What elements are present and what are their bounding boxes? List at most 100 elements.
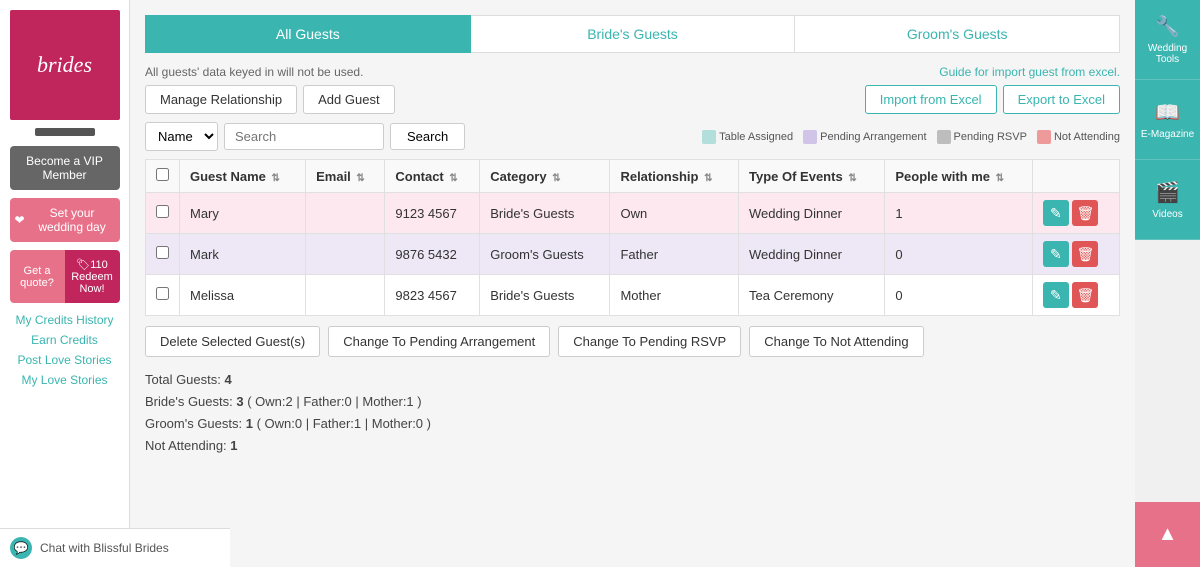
quote-button[interactable]: Get a quote? (10, 250, 65, 303)
export-button[interactable]: Export to Excel (1003, 85, 1120, 114)
vip-button[interactable]: Become a VIP Member (10, 146, 120, 190)
warning-text: All guests' data keyed in will not be us… (145, 65, 363, 79)
up-arrow-icon: ▲ (1158, 523, 1178, 546)
emagazine-button[interactable]: 📖 E-Magazine (1135, 80, 1200, 160)
post-love-stories-link[interactable]: Post Love Stories (17, 353, 111, 367)
delete-button[interactable]: 🗑 (1072, 200, 1098, 226)
row-checkbox[interactable] (156, 246, 169, 259)
cell-actions: ✎ 🗑 (1032, 234, 1119, 275)
cell-contact: 9823 4567 (385, 275, 480, 316)
edit-button[interactable]: ✎ (1043, 200, 1069, 226)
videos-icon: 🎬 (1155, 180, 1180, 205)
legend-dot-pending-rsvp (937, 130, 951, 144)
row-checkbox-cell (146, 275, 180, 316)
action-row: Manage Relationship Add Guest Import fro… (145, 85, 1120, 114)
cell-relationship: Mother (610, 275, 739, 316)
cell-people: 0 (885, 275, 1032, 316)
wedding-tools-button[interactable]: 🔧 Wedding Tools (1135, 0, 1200, 80)
stats-section: Total Guests: 4 Bride's Guests: 3 ( Own:… (145, 369, 1120, 457)
cell-category: Bride's Guests (480, 275, 610, 316)
table-body: Mary 9123 4567 Bride's Guests Own Weddin… (146, 193, 1120, 316)
select-all-checkbox[interactable] (156, 168, 169, 181)
search-button[interactable]: Search (390, 123, 465, 150)
sort-type-events[interactable]: ⇅ (848, 173, 856, 184)
search-field-select[interactable]: Name (145, 122, 218, 151)
main-content: All Guests Bride's Guests Groom's Guests… (130, 0, 1135, 567)
logo-box: brides (10, 10, 120, 120)
redeem-button[interactable]: 🏷110 Redeem Now! (65, 250, 120, 303)
right-panel: 🔧 Wedding Tools 📖 E-Magazine 🎬 Videos ▲ (1135, 0, 1200, 567)
col-people-with-me: People with me ⇅ (885, 160, 1032, 193)
row-checkbox[interactable] (156, 287, 169, 300)
legend-not-attending: Not Attending (1037, 130, 1120, 144)
change-pending-rsvp-button[interactable]: Change To Pending RSVP (558, 326, 741, 357)
grooms-count: 1 (246, 416, 253, 431)
cell-actions: ✎ 🗑 (1032, 275, 1119, 316)
emagazine-icon: 📖 (1155, 100, 1180, 125)
table-row: Melissa 9823 4567 Bride's Guests Mother … (146, 275, 1120, 316)
scroll-up-button[interactable]: ▲ (1135, 502, 1200, 567)
cell-email (306, 234, 385, 275)
cell-email (306, 275, 385, 316)
cell-name: Mark (180, 234, 306, 275)
wedding-tools-icon: 🔧 (1155, 14, 1180, 39)
col-contact: Contact ⇅ (385, 160, 480, 193)
delete-button[interactable]: 🗑 (1072, 282, 1098, 308)
not-attending-row: Not Attending: 1 (145, 435, 1120, 457)
cell-type-events: Tea Ceremony (739, 275, 885, 316)
change-not-attending-button[interactable]: Change To Not Attending (749, 326, 923, 357)
tab-grooms-guests[interactable]: Groom's Guests (795, 15, 1120, 53)
cell-category: Bride's Guests (480, 193, 610, 234)
total-guests-row: Total Guests: 4 (145, 369, 1120, 391)
legend-table-assigned: Table Assigned (702, 130, 793, 144)
info-row: All guests' data keyed in will not be us… (145, 65, 1120, 79)
brides-count: 3 (236, 394, 243, 409)
cell-category: Groom's Guests (480, 234, 610, 275)
quote-redeem-row: Get a quote? 🏷110 Redeem Now! (10, 250, 120, 303)
my-love-stories-link[interactable]: My Love Stories (21, 373, 107, 387)
sort-category[interactable]: ⇅ (552, 173, 560, 184)
earn-credits-link[interactable]: Earn Credits (31, 333, 98, 347)
sort-contact[interactable]: ⇅ (449, 173, 457, 184)
tab-all-guests[interactable]: All Guests (145, 15, 471, 53)
sort-people[interactable]: ⇅ (996, 173, 1004, 184)
chat-icon: 💬 (10, 537, 32, 559)
change-pending-arrangement-button[interactable]: Change To Pending Arrangement (328, 326, 550, 357)
cell-type-events: Wedding Dinner (739, 193, 885, 234)
color-bar (35, 128, 95, 136)
table-row: Mark 9876 5432 Groom's Guests Father Wed… (146, 234, 1120, 275)
cell-relationship: Own (610, 193, 739, 234)
select-all-header (146, 160, 180, 193)
manage-relationship-button[interactable]: Manage Relationship (145, 85, 297, 114)
delete-button[interactable]: 🗑 (1072, 241, 1098, 267)
guide-link[interactable]: Guide for import guest from excel. (939, 65, 1120, 79)
search-input[interactable] (224, 123, 384, 150)
add-guest-button[interactable]: Add Guest (303, 85, 394, 114)
delete-selected-button[interactable]: Delete Selected Guest(s) (145, 326, 320, 357)
edit-button[interactable]: ✎ (1043, 241, 1069, 267)
legend-pending-arrangement: Pending Arrangement (803, 130, 926, 144)
sort-guest-name[interactable]: ⇅ (272, 173, 280, 184)
not-attending-count: 1 (230, 438, 237, 453)
bottom-actions: Delete Selected Guest(s) Change To Pendi… (145, 326, 1120, 357)
videos-button[interactable]: 🎬 Videos (1135, 160, 1200, 240)
col-guest-name: Guest Name ⇅ (180, 160, 306, 193)
edit-button[interactable]: ✎ (1043, 282, 1069, 308)
row-checkbox-cell (146, 193, 180, 234)
col-category: Category ⇅ (480, 160, 610, 193)
credits-history-link[interactable]: My Credits History (15, 313, 113, 327)
search-row: Name Search Table Assigned Pending Arran… (145, 122, 1120, 151)
col-email: Email ⇅ (306, 160, 385, 193)
sidebar: brides Become a VIP Member ❤ Set your we… (0, 0, 130, 567)
tab-brides-guests[interactable]: Bride's Guests (471, 15, 796, 53)
legend-row: Table Assigned Pending Arrangement Pendi… (702, 130, 1120, 144)
import-button[interactable]: Import from Excel (865, 85, 997, 114)
row-checkbox[interactable] (156, 205, 169, 218)
tab-bar: All Guests Bride's Guests Groom's Guests (145, 15, 1120, 53)
grooms-guests-row: Groom's Guests: 1 ( Own:0 | Father:1 | M… (145, 413, 1120, 435)
sort-relationship[interactable]: ⇅ (704, 173, 712, 184)
chat-label[interactable]: Chat with Blissful Brides (40, 541, 169, 555)
sort-email[interactable]: ⇅ (356, 173, 364, 184)
wedding-day-button[interactable]: ❤ Set your wedding day (10, 198, 120, 242)
chat-bar: 💬 Chat with Blissful Brides (0, 528, 230, 567)
